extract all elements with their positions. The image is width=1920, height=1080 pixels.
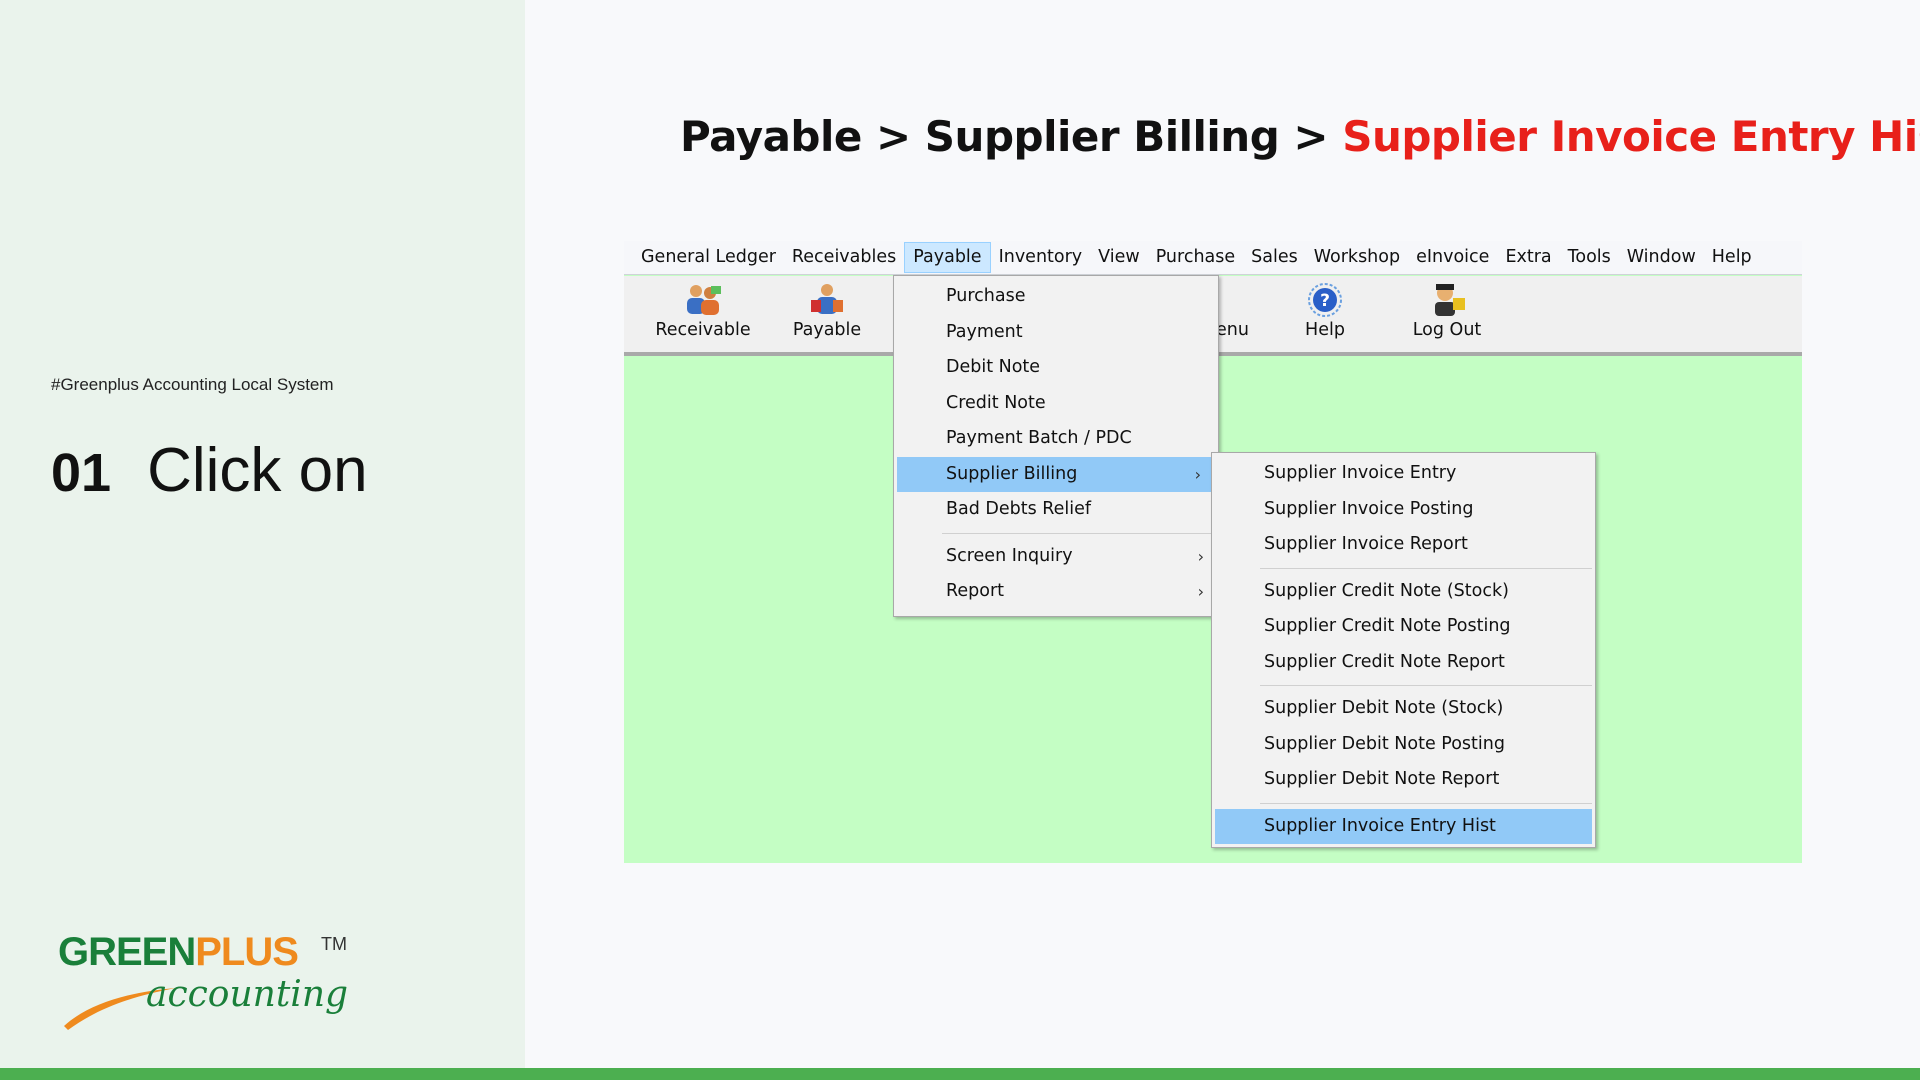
menu-tools[interactable]: Tools [1560,242,1619,273]
receivable-button[interactable]: Receivable [648,282,758,340]
bottom-bar [0,1068,1920,1080]
menu-item-report[interactable]: Report › [894,574,1218,610]
logo-plus-text: PLUS [195,930,299,974]
menu-item-bad-debts-relief[interactable]: Bad Debts Relief [894,492,1218,528]
menu-item-purchase[interactable]: Purchase [894,279,1218,315]
supplier-billing-submenu: Supplier Invoice Entry Supplier Invoice … [1211,452,1596,848]
menu-item-supplier-debit-note-posting[interactable]: Supplier Debit Note Posting [1212,727,1595,763]
menu-item-supplier-invoice-entry-hist[interactable]: Supplier Invoice Entry Hist [1215,808,1592,844]
menu-item-screen-inquiry[interactable]: Screen Inquiry › [894,539,1218,575]
menu-item-payment[interactable]: Payment [894,315,1218,351]
menu-window[interactable]: Window [1619,242,1704,273]
submenu-arrow-icon: › [1194,464,1201,484]
menu-separator [1260,567,1592,569]
menu-item-supplier-invoice-report[interactable]: Supplier Invoice Report [1212,527,1595,563]
payable-menu: Purchase Payment Debit Note Credit Note … [893,275,1219,617]
logo-green-text: GREEN [58,930,196,974]
greenplus-logo: GREENPLUS TM accounting [58,930,358,1030]
step-number: 01 [51,443,112,503]
payable-label: Payable [792,320,862,340]
logo-wordmark: GREENPLUS [58,930,299,975]
report-label: Report [946,581,1005,601]
title-breadcrumb: Payable > Supplier Billing > [680,112,1343,161]
menu-view[interactable]: View [1090,242,1148,273]
menu-item-supplier-credit-note-stock[interactable]: Supplier Credit Note (Stock) [1212,574,1595,610]
hashtag-label: #Greenplus Accounting Local System [51,375,334,394]
screen-inquiry-label: Screen Inquiry [946,545,1073,566]
submenu-arrow-icon: › [1197,582,1204,601]
logout-label: Log Out [1412,320,1482,340]
menu-einvoice[interactable]: eInvoice [1408,242,1497,273]
help-icon: ? [1308,283,1342,317]
title-highlight: Supplier Invoice Entry Hist [1342,112,1920,161]
left-panel: #Greenplus Accounting Local System 01 Cl… [0,0,525,1068]
step-text: Click on [147,436,368,505]
menu-separator [1260,802,1592,804]
menubar: General Ledger Receivables Payable Inven… [624,241,1802,275]
page-title: Payable > Supplier Billing > Supplier In… [680,112,1920,161]
menu-payable[interactable]: Payable [904,242,991,273]
menu-item-supplier-credit-note-report[interactable]: Supplier Credit Note Report [1212,645,1595,681]
logout-button[interactable]: Log Out [1392,282,1502,340]
menu-workshop[interactable]: Workshop [1306,242,1408,273]
payable-people-icon [811,284,843,314]
menu-receivables[interactable]: Receivables [784,242,904,273]
partial-menu-label: enu [1216,320,1249,340]
menu-separator [1260,685,1592,686]
submenu-arrow-icon: › [1197,546,1204,566]
receivable-people-icon [687,285,721,315]
help-label: Help [1305,320,1345,340]
menu-item-credit-note[interactable]: Credit Note [894,386,1218,422]
payable-button[interactable]: Payable [772,282,882,340]
help-button[interactable]: ? Help [1270,282,1380,340]
menu-general-ledger[interactable]: General Ledger [633,242,784,273]
menu-sales[interactable]: Sales [1243,242,1306,273]
menu-item-debit-note[interactable]: Debit Note [894,350,1218,386]
receivable-label: Receivable [655,320,751,340]
menu-separator [942,532,1215,534]
logo-subtitle: accounting [146,974,349,1015]
supplier-billing-label: Supplier Billing [946,463,1078,484]
step-heading: 01 Click on [51,435,368,506]
menu-item-supplier-invoice-posting[interactable]: Supplier Invoice Posting [1212,492,1595,528]
menu-item-supplier-billing[interactable]: Supplier Billing › [897,456,1215,492]
svg-text:?: ? [1320,291,1330,311]
menu-item-supplier-credit-note-posting[interactable]: Supplier Credit Note Posting [1212,609,1595,645]
menu-help[interactable]: Help [1704,242,1760,273]
menu-item-supplier-debit-note-report[interactable]: Supplier Debit Note Report [1212,762,1595,798]
menu-item-supplier-invoice-entry[interactable]: Supplier Invoice Entry [1212,456,1595,492]
menu-item-payment-batch[interactable]: Payment Batch / PDC [894,421,1218,457]
logo-trademark: TM [321,934,347,954]
menu-extra[interactable]: Extra [1497,242,1559,273]
logout-person-icon [1435,284,1465,316]
menu-inventory[interactable]: Inventory [991,242,1091,273]
menu-purchase[interactable]: Purchase [1148,242,1243,273]
menu-item-supplier-debit-note-stock[interactable]: Supplier Debit Note (Stock) [1212,691,1595,727]
